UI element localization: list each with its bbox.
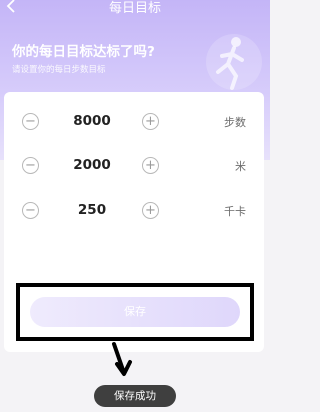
pointer-arrow-icon: [112, 342, 132, 376]
hero-title: 你的每日目标达标了吗?: [12, 44, 155, 60]
increase-distance-button[interactable]: +: [142, 157, 159, 174]
distance-unit: 米: [235, 160, 246, 173]
increase-steps-button[interactable]: +: [142, 113, 159, 130]
goal-row-distance: − 2000 + 米: [4, 151, 264, 181]
goal-row-calories: − 250 + 千卡: [4, 196, 264, 226]
increase-calories-button[interactable]: +: [142, 202, 159, 219]
toast-message: 保存成功: [94, 385, 176, 407]
goal-row-steps: − 8000 + 步数: [4, 107, 264, 137]
calories-value: 250: [77, 202, 107, 218]
hero-subtitle: 请设置你的每日步数目标: [12, 65, 106, 75]
page-title: 每日目标: [108, 1, 161, 16]
runner-illustration-icon: [206, 34, 262, 90]
steps-unit: 步数: [224, 116, 246, 129]
decrease-steps-button[interactable]: −: [22, 113, 39, 130]
steps-value: 8000: [73, 113, 111, 129]
decrease-calories-button[interactable]: −: [22, 202, 39, 219]
decrease-distance-button[interactable]: −: [22, 157, 39, 174]
distance-value: 2000: [73, 157, 111, 173]
save-button[interactable]: 保存: [30, 297, 240, 327]
calories-unit: 千卡: [224, 205, 246, 218]
